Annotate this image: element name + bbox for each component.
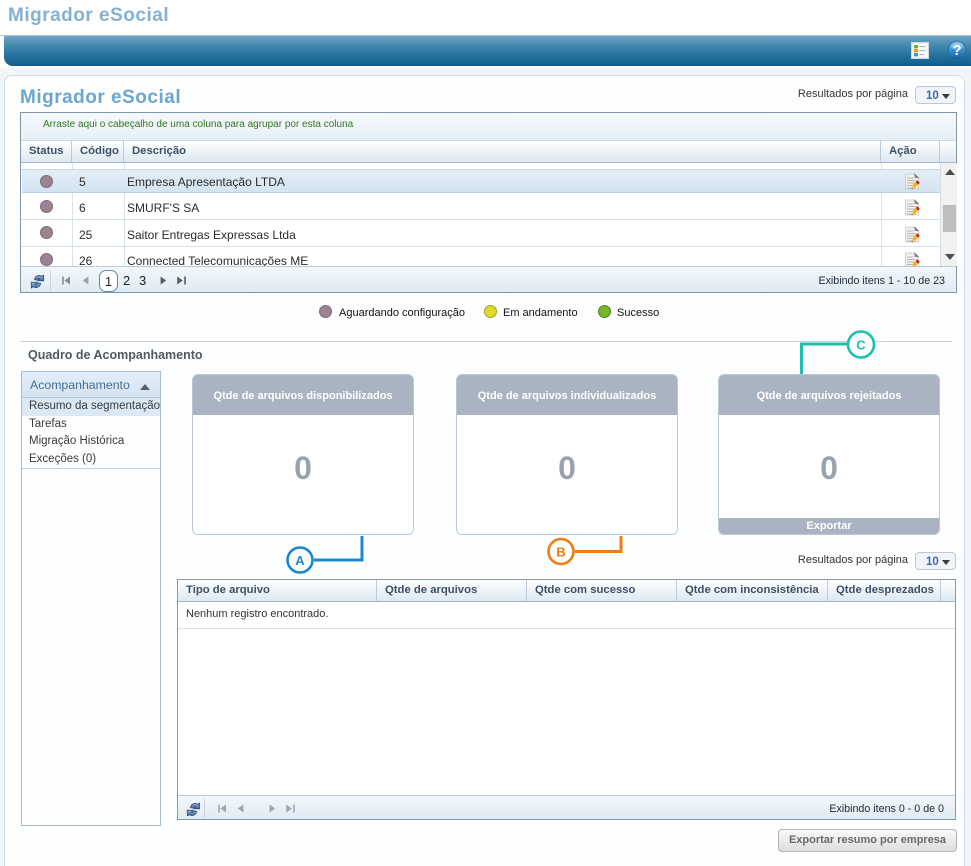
svg-text:C: C xyxy=(856,338,866,353)
svg-text:B: B xyxy=(556,545,565,560)
svg-text:?: ? xyxy=(953,43,962,59)
svg-text:A: A xyxy=(295,553,305,568)
